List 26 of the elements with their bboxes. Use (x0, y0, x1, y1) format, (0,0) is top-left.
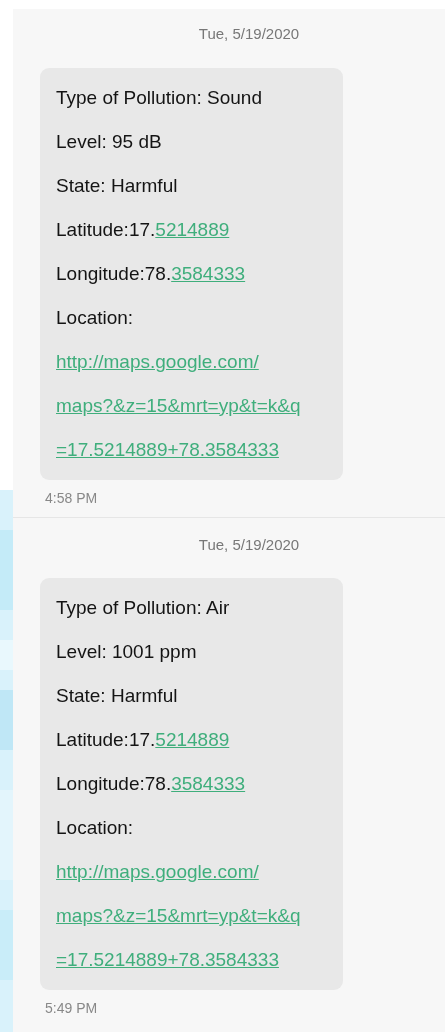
message-line: Location: (56, 816, 135, 840)
message-line: Level: 95 dB (56, 129, 163, 154)
link[interactable]: 3584333 (171, 773, 246, 794)
link[interactable]: http://maps.google.com/ (56, 861, 259, 882)
message-line: State: Harmful (56, 684, 179, 708)
link[interactable]: 3584333 (171, 262, 246, 284)
message-line: Longitude:78.3584333 (56, 261, 247, 286)
message-line: Type of Pollution: Air (56, 596, 231, 620)
message-line: Type of Pollution: Sound (56, 85, 263, 110)
timestamp: 5:49 PM (45, 1000, 98, 1016)
message-line: Longitude:78.3584333 (56, 772, 247, 796)
message-line: State: Harmful (56, 173, 179, 198)
link[interactable]: maps?&z=15&mrt=yp&t=k&q (56, 394, 301, 416)
timestamp: 4:58 PM (45, 489, 98, 506)
link[interactable]: 5214889 (155, 218, 230, 240)
message-line: Level: 1001 ppm (56, 640, 198, 664)
link[interactable]: http://maps.google.com/ (56, 350, 259, 372)
link[interactable]: maps?&z=15&mrt=yp&t=k&q (56, 905, 301, 926)
message-line: Latitude:17.5214889 (56, 728, 231, 752)
message-line: Location: (56, 305, 135, 330)
date-header: Tue, 5/19/2020 (198, 25, 300, 42)
link[interactable]: =17.5214889+78.3584333 (56, 949, 279, 970)
link[interactable]: 5214889 (155, 729, 230, 750)
date-header: Tue, 5/19/2020 (198, 535, 300, 553)
link[interactable]: =17.5214889+78.3584333 (56, 438, 279, 460)
message-line: Latitude:17.5214889 (56, 217, 231, 242)
